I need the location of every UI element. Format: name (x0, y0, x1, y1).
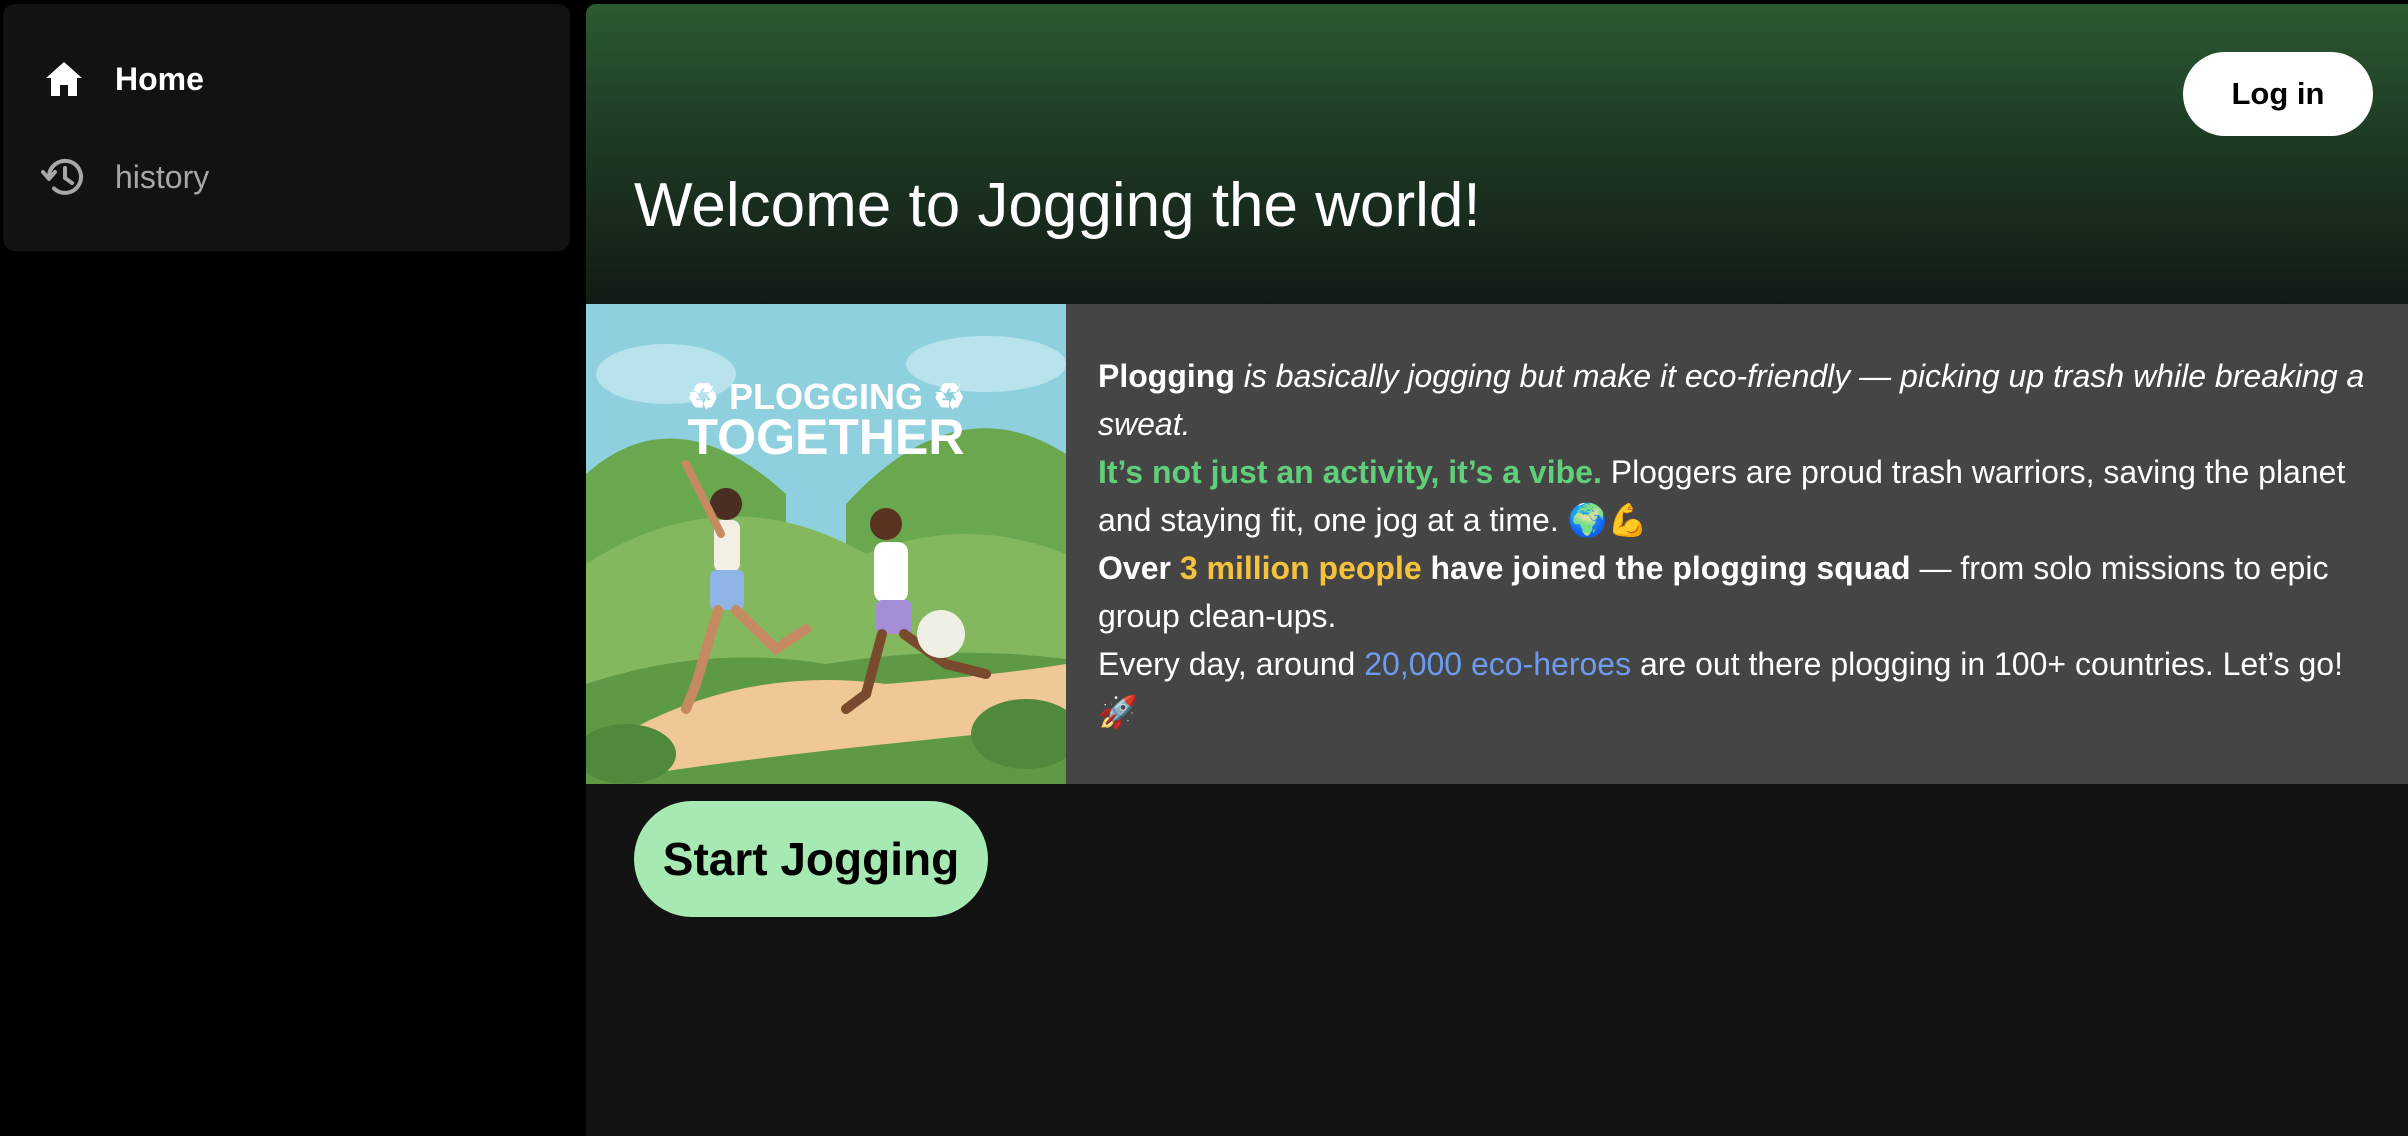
people-count-highlight: 3 million people (1179, 550, 1422, 586)
plogging-description: Plogging is basically jogging but make i… (1098, 352, 2388, 736)
description-paragraph-1: Plogging is basically jogging but make i… (1098, 352, 2388, 448)
page-header: Log in Welcome to Jogging the world! (586, 4, 2408, 304)
sidebar-item-label: Home (115, 60, 204, 97)
history-icon (41, 154, 87, 200)
over-text: Over (1098, 550, 1180, 586)
illustration-text-line2: TOGETHER (688, 409, 965, 465)
app-root: Home history Log in Welcome to Jogging t… (0, 0, 2408, 1136)
login-button[interactable]: Log in (2183, 52, 2373, 136)
description-paragraph-3: Over 3 million people have joined the pl… (1098, 544, 2388, 640)
sidebar-item-history[interactable]: history (41, 154, 209, 200)
eco-heroes-highlight: 20,000 eco-heroes (1364, 646, 1632, 682)
daily-text: Every day, around (1098, 646, 1365, 682)
home-icon (41, 56, 87, 102)
start-jogging-button[interactable]: Start Jogging (634, 801, 988, 917)
plogging-illustration: ♻ PLOGGING ♻ TOGETHER (586, 304, 1066, 784)
plogging-definition: is basically jogging but make it eco-fri… (1098, 358, 2365, 442)
description-paragraph-2: It’s not just an activity, it’s a vibe. … (1098, 448, 2388, 544)
page-title: Welcome to Jogging the world! (634, 171, 1481, 240)
squad-text: have joined the plogging squad (1421, 550, 1911, 586)
vibe-highlight: It’s not just an activity, it’s a vibe. (1098, 454, 1602, 490)
description-paragraph-4: Every day, around 20,000 eco-heroes are … (1098, 640, 2388, 736)
sidebar: Home history (3, 4, 570, 251)
plogging-term: Plogging (1098, 358, 1235, 394)
sidebar-item-home[interactable]: Home (41, 56, 204, 102)
sidebar-item-label: history (115, 158, 210, 195)
info-card: ♻ PLOGGING ♻ TOGETHER Plogging is basica… (586, 304, 2408, 784)
main-content: Log in Welcome to Jogging the world! ♻ P… (586, 4, 2408, 1136)
